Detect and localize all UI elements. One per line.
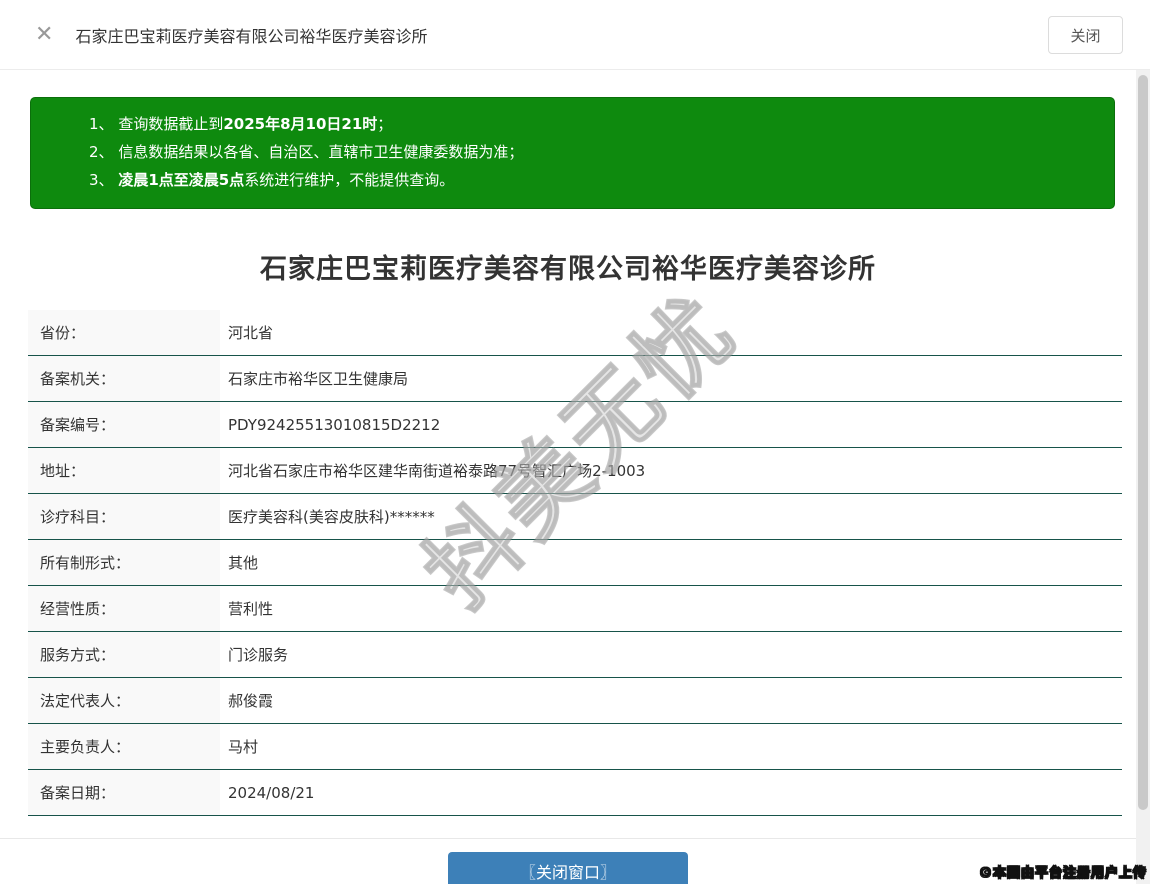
notice-line-bold: 2025年8月10日21时: [223, 115, 378, 133]
row-value: PDY92425513010815D2212: [228, 415, 441, 434]
content-divider: [0, 838, 1136, 839]
notice-line-text: 系统进行维护，不能提供查询。: [244, 171, 455, 189]
close-x-icon[interactable]: ✕: [35, 23, 53, 46]
row-value: 马村: [228, 738, 259, 756]
row-value: 2024/08/21: [228, 783, 315, 802]
notice-banner: 1、 查询数据截止到2025年8月10日21时； 2、 信息数据结果以各省、自治…: [30, 97, 1115, 209]
table-row-business-nature: 经营性质： 营利性: [28, 586, 1122, 632]
table-row-principal: 主要负责人： 马村: [28, 724, 1122, 770]
row-label: 备案机关：: [28, 356, 220, 401]
row-label: 主要负责人：: [28, 724, 220, 769]
row-value: 郝俊霞: [228, 692, 274, 710]
row-value: 门诊服务: [228, 646, 289, 664]
notice-line-number: 3、: [89, 171, 114, 189]
scrollbar-track[interactable]: [1136, 70, 1150, 884]
notice-line-number: 1、: [89, 115, 114, 133]
close-window-button[interactable]: 〖关闭窗口〗: [448, 852, 688, 884]
row-label: 备案编号：: [28, 402, 220, 447]
table-row-address: 地址： 河北省石家庄市裕华区建华南街道裕泰路77号智汇广场2-1003: [28, 448, 1122, 494]
table-row-record-number: 备案编号： PDY92425513010815D2212: [28, 402, 1122, 448]
scrollbar-thumb[interactable]: [1138, 75, 1148, 810]
row-value: 营利性: [228, 600, 274, 618]
table-row-legal-representative: 法定代表人： 郝俊霞: [28, 678, 1122, 724]
notice-line-text: 查询数据截止到: [118, 115, 224, 133]
row-label: 经营性质：: [28, 586, 220, 631]
notice-line-number: 2、: [89, 143, 114, 161]
close-button[interactable]: 关闭: [1048, 16, 1123, 54]
row-label: 服务方式：: [28, 632, 220, 677]
page-content: 1、 查询数据截止到2025年8月10日21时； 2、 信息数据结果以各省、自治…: [0, 97, 1136, 884]
row-label: 省份：: [28, 310, 220, 355]
window-title: 石家庄巴宝莉医疗美容有限公司裕华医疗美容诊所: [75, 26, 428, 46]
row-value: 其他: [228, 554, 259, 572]
notice-line-bold: 凌晨1点至凌晨5点: [118, 171, 245, 189]
row-label: 法定代表人：: [28, 678, 220, 723]
page-title: 石家庄巴宝莉医疗美容有限公司裕华医疗美容诊所: [260, 254, 876, 285]
row-label: 所有制形式：: [28, 540, 220, 585]
record-info-table: 省份： 河北省 备案机关： 石家庄市裕华区卫生健康局 备案编号： PDY9242…: [28, 310, 1122, 816]
row-value: 石家庄市裕华区卫生健康局: [228, 370, 409, 388]
row-label: 备案日期：: [28, 770, 220, 815]
button-row: 〖关闭窗口〗: [0, 852, 1136, 884]
notice-line-text: ；: [377, 115, 393, 133]
table-row-service-mode: 服务方式： 门诊服务: [28, 632, 1122, 678]
copyright-watermark: ©本图由平台注册用户上传: [978, 866, 1147, 882]
notice-line-3: 3、 凌晨1点至凌晨5点系统进行维护，不能提供查询。: [89, 166, 1094, 194]
notice-line-2: 2、 信息数据结果以各省、自治区、直辖市卫生健康委数据为准；: [89, 138, 1094, 166]
table-row-record-authority: 备案机关： 石家庄市裕华区卫生健康局: [28, 356, 1122, 402]
table-row-record-date: 备案日期： 2024/08/21: [28, 770, 1122, 816]
row-value: 医疗美容科(美容皮肤科)******: [228, 508, 435, 526]
notice-line-text: 信息数据结果以各省、自治区、直辖市卫生健康委数据为准；: [118, 143, 524, 161]
table-row-ownership-form: 所有制形式： 其他: [28, 540, 1122, 586]
notice-line-1: 1、 查询数据截止到2025年8月10日21时；: [89, 110, 1094, 138]
table-row-province: 省份： 河北省: [28, 310, 1122, 356]
row-label: 地址：: [28, 448, 220, 493]
table-row-medical-subjects: 诊疗科目： 医疗美容科(美容皮肤科)******: [28, 494, 1122, 540]
row-value: 河北省: [228, 324, 274, 342]
row-value: 河北省石家庄市裕华区建华南街道裕泰路77号智汇广场2-1003: [228, 462, 646, 480]
row-label: 诊疗科目：: [28, 494, 220, 539]
window-titlebar: ✕ 石家庄巴宝莉医疗美容有限公司裕华医疗美容诊所 关闭: [0, 0, 1150, 70]
